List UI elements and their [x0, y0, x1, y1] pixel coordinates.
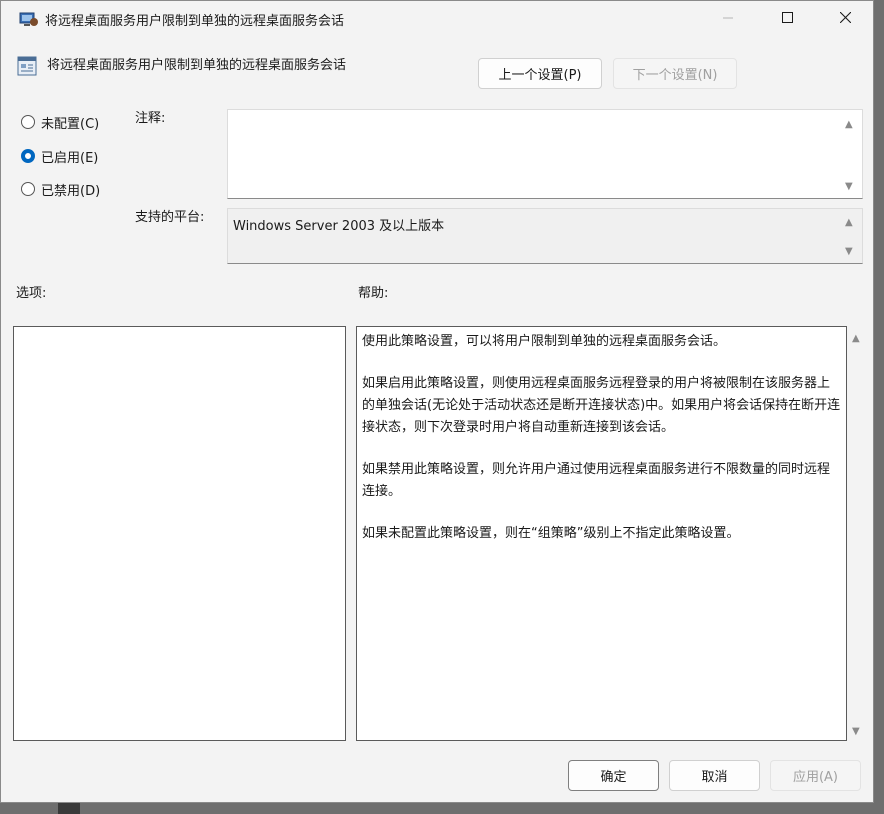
maximize-icon [781, 11, 793, 27]
help-paragraph: 如果未配置此策略设置，则在“组策略”级别上不指定此策略设置。 [362, 526, 740, 541]
options-label: 选项: [16, 286, 47, 301]
radio-label: 未配置(C) [41, 116, 100, 132]
scroll-up-icon[interactable]: ▲ [845, 218, 853, 228]
radio-label: 已启用(E) [41, 150, 99, 166]
apply-button[interactable]: 应用(A) [770, 760, 861, 791]
scroll-up-icon[interactable]: ▲ [852, 334, 860, 344]
radio-button-checked[interactable] [21, 149, 35, 163]
minimize-icon [723, 12, 733, 27]
comment-label: 注释: [135, 111, 166, 126]
close-icon [839, 11, 851, 27]
help-panel: 使用此策略设置，可以将用户限制到单独的远程桌面服务会话。 如果启用此策略设置，则… [356, 326, 847, 741]
radio-not-configured[interactable]: 未配置(C) [21, 111, 99, 133]
policy-dialog: 将远程桌面服务用户限制到单独的远程桌面服务会话 将远程桌面服务用户限制到单独的远… [0, 0, 874, 803]
help-label: 帮助: [358, 286, 389, 301]
radio-button[interactable] [21, 115, 35, 129]
cancel-button[interactable]: 取消 [669, 760, 760, 791]
group-policy-icon [19, 11, 39, 27]
comment-textarea[interactable] [227, 109, 863, 199]
radio-label: 已禁用(D) [41, 183, 101, 199]
policy-name: 将远程桌面服务用户限制到单独的远程桌面服务会话 [47, 58, 347, 73]
scroll-up-icon[interactable]: ▲ [845, 120, 853, 130]
scroll-down-icon[interactable]: ▼ [845, 247, 853, 257]
scroll-down-icon[interactable]: ▼ [852, 727, 860, 737]
radio-enabled[interactable]: 已启用(E) [21, 145, 98, 167]
help-paragraph: 如果禁用此策略设置，则允许用户通过使用远程桌面服务进行不限数量的同时远程连接。 [362, 462, 831, 499]
background-window-edge [58, 803, 80, 814]
close-button[interactable] [819, 1, 871, 37]
previous-setting-button[interactable]: 上一个设置(P) [478, 58, 602, 89]
maximize-button[interactable] [761, 1, 813, 37]
options-panel [13, 326, 346, 741]
window-title: 将远程桌面服务用户限制到单独的远程桌面服务会话 [45, 14, 345, 29]
title-bar[interactable]: 将远程桌面服务用户限制到单独的远程桌面服务会话 [1, 1, 873, 37]
next-setting-button[interactable]: 下一个设置(N) [613, 58, 737, 89]
minimize-button[interactable] [702, 1, 754, 37]
supported-platform-value: Windows Server 2003 及以上版本 [227, 208, 863, 264]
ok-button[interactable]: 确定 [568, 760, 659, 791]
supported-platform-label: 支持的平台: [135, 210, 205, 225]
scroll-down-icon[interactable]: ▼ [845, 182, 853, 192]
help-paragraph: 如果启用此策略设置，则使用远程桌面服务远程登录的用户将被限制在该服务器上的单独会… [362, 376, 841, 435]
policy-setting-icon [17, 56, 37, 76]
radio-disabled[interactable]: 已禁用(D) [21, 178, 100, 200]
help-paragraph: 使用此策略设置，可以将用户限制到单独的远程桌面服务会话。 [362, 334, 727, 349]
radio-button[interactable] [21, 182, 35, 196]
